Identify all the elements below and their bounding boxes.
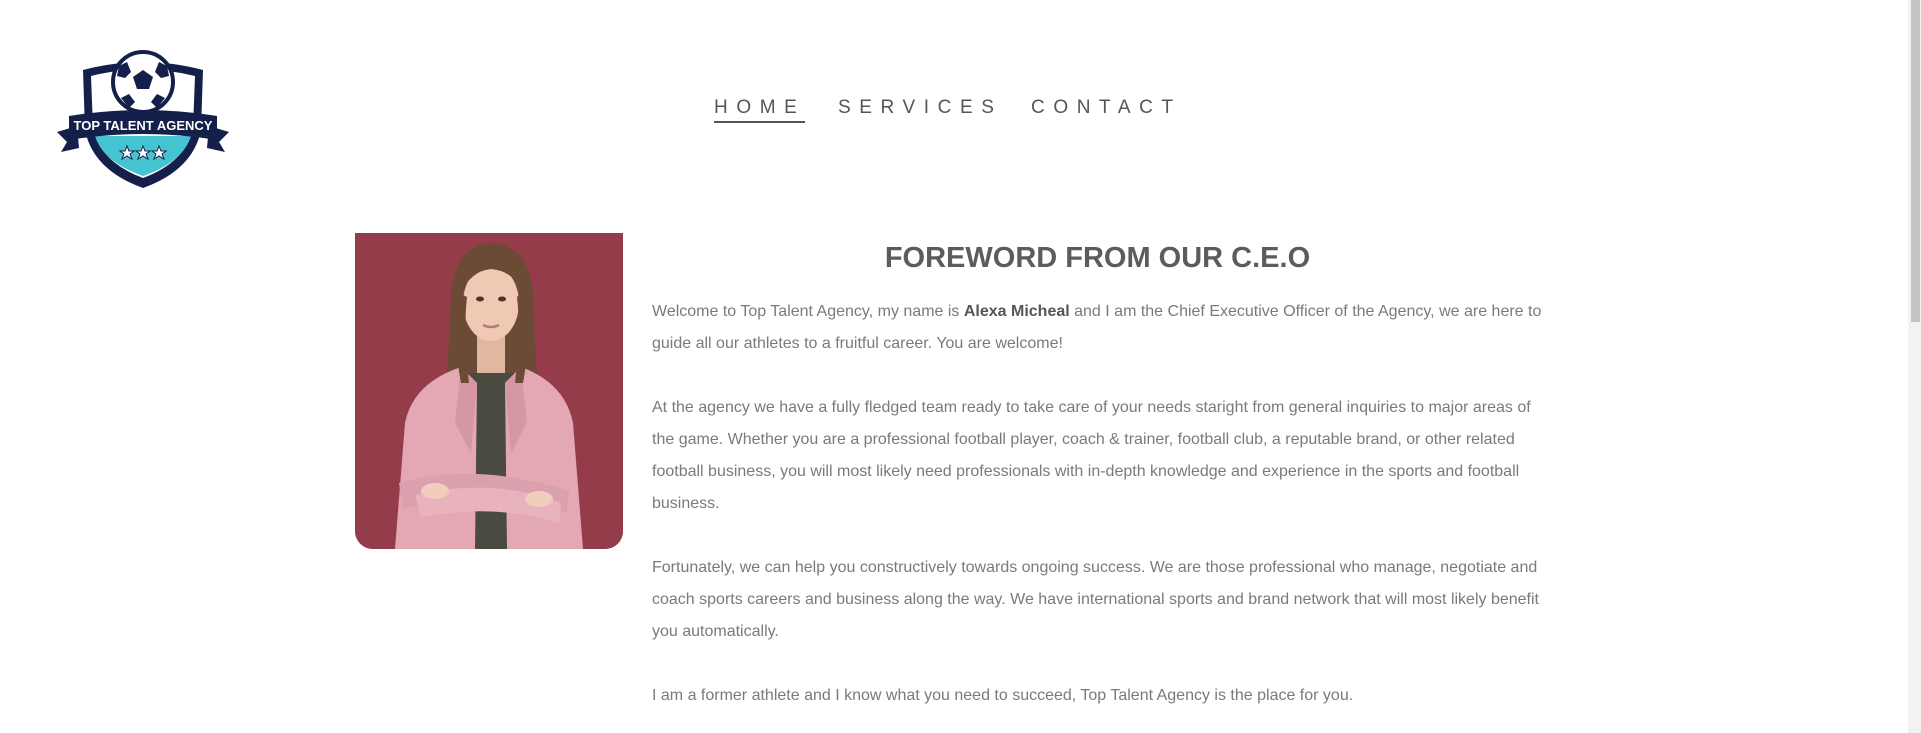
nav-contact-link[interactable]: CONTACT (1031, 96, 1182, 120)
closing-paragraph: I am a former athlete and I know what yo… (652, 687, 1354, 704)
nav-home-link[interactable]: HOME (714, 96, 806, 123)
nav-services-link[interactable]: SERVICES (838, 96, 1003, 120)
ceo-photo (355, 233, 623, 549)
scrollbar-thumb[interactable] (1911, 0, 1920, 322)
page-scrollbar[interactable] (1908, 0, 1921, 733)
foreword-title: FOREWORD FROM OUR C.E.O (884, 242, 1311, 274)
team-paragraph: At the agency we have a fully fledged te… (652, 399, 1531, 512)
intro-text-start: Welcome to Top Talent Agency, my name is (652, 303, 964, 320)
success-paragraph: Fortunately, we can help you constructiv… (652, 559, 1539, 640)
intro-paragraph: Welcome to Top Talent Agency, my name is… (652, 296, 1552, 360)
ceo-name: Alexa Micheal (963, 303, 1070, 320)
main-nav: HOME SERVICES CONTACT (0, 96, 1921, 126)
